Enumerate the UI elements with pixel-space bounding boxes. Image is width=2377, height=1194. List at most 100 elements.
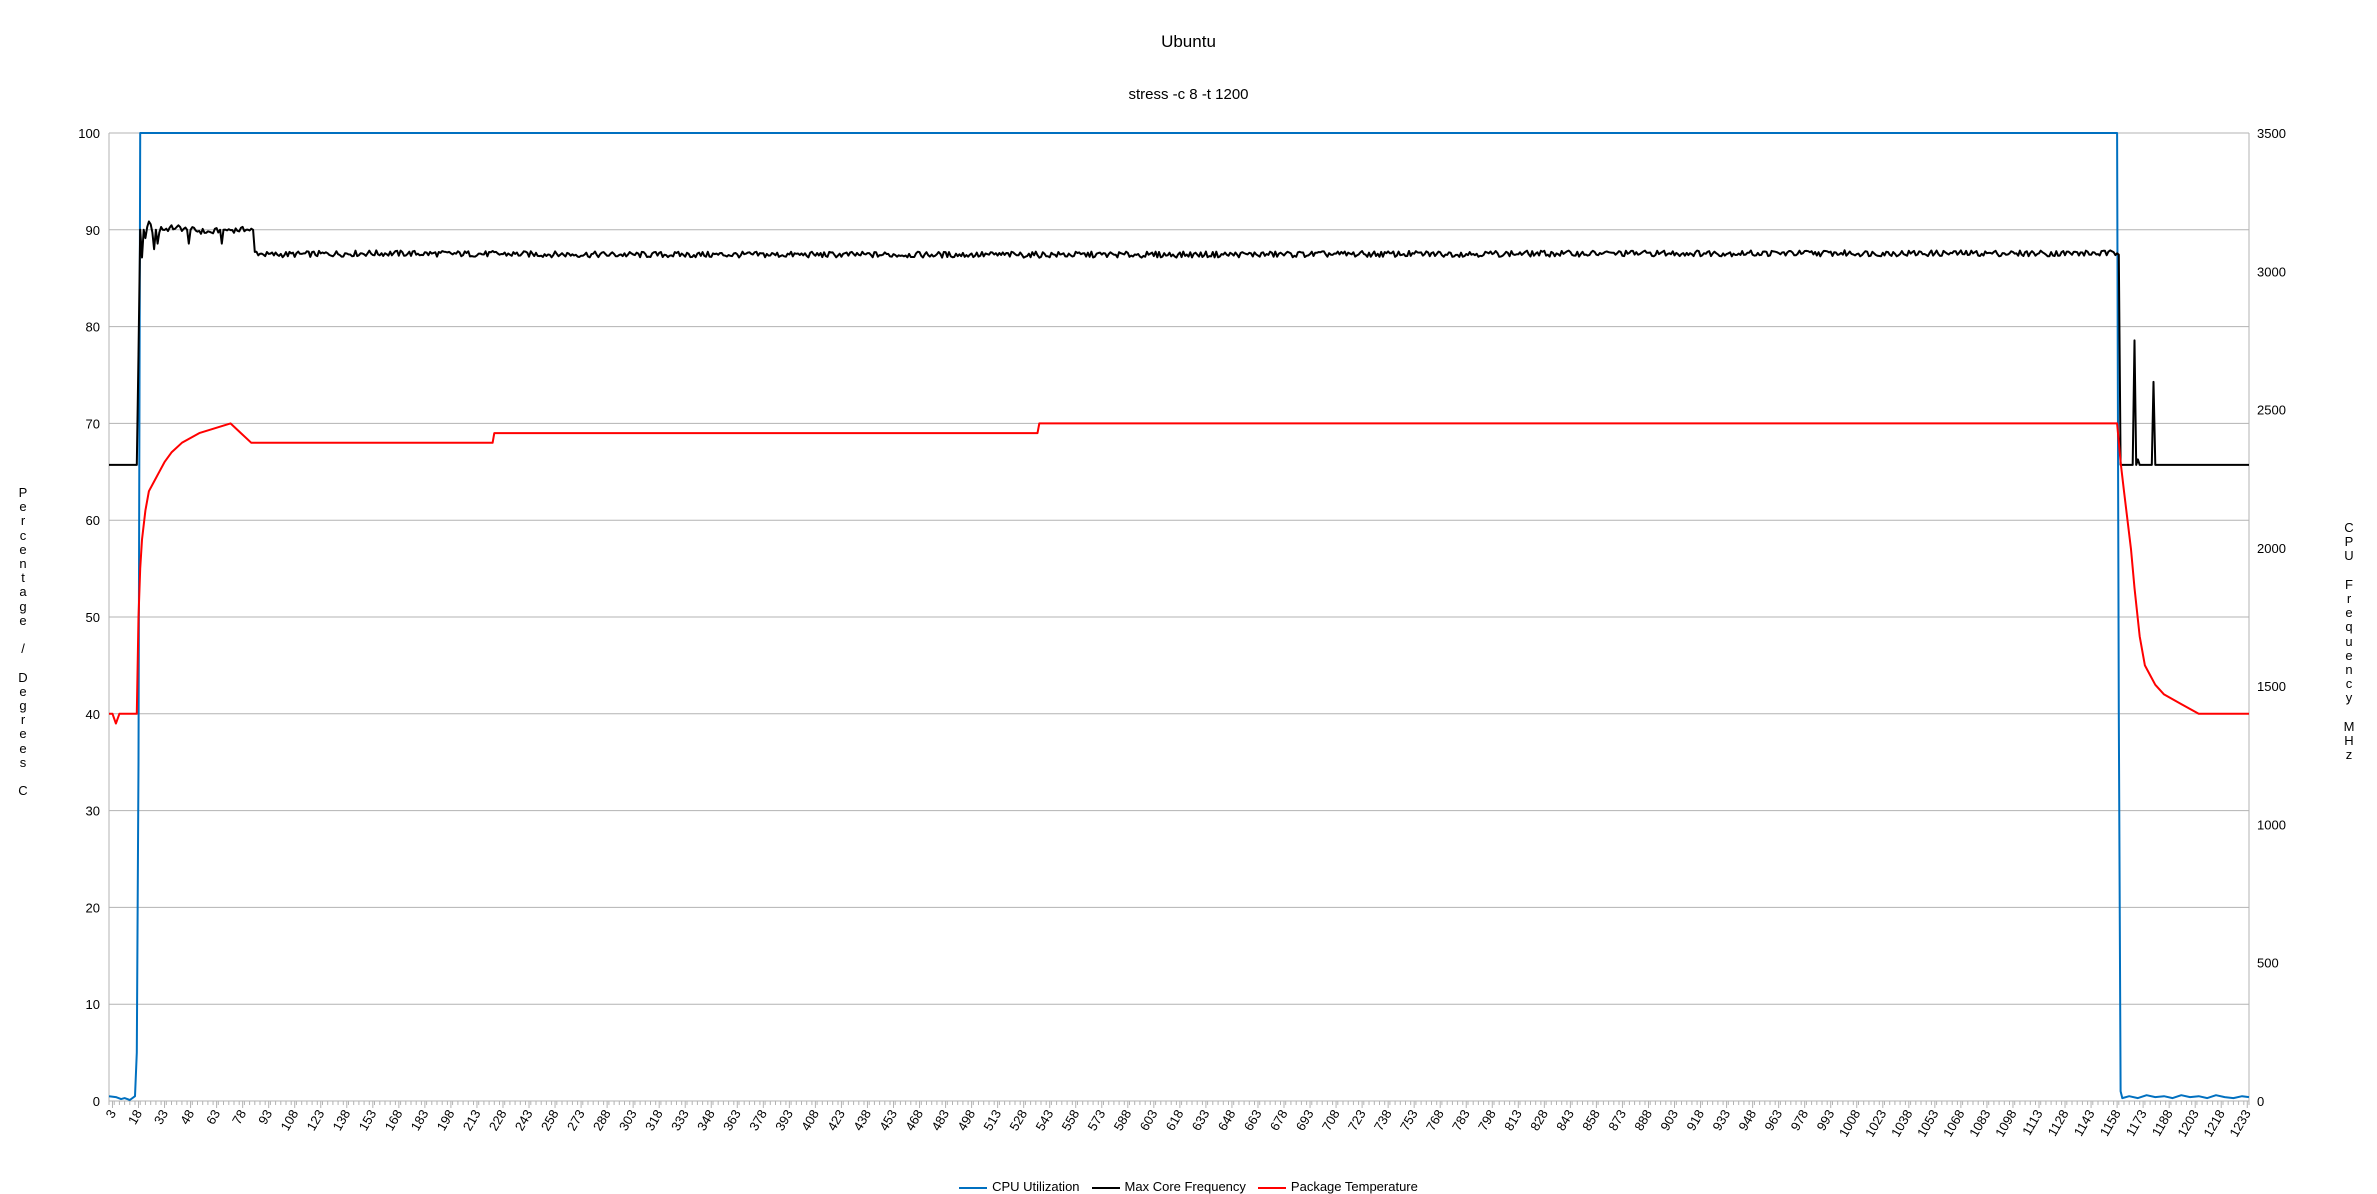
y-tick-label-left: 50 [86, 610, 100, 625]
x-tick-label: 768 [1423, 1107, 1447, 1133]
legend-swatch [959, 1186, 988, 1189]
y-tick-label-right: 2500 [2257, 403, 2286, 418]
x-tick-label: 798 [1475, 1107, 1499, 1133]
x-tick-label: 333 [668, 1107, 692, 1133]
x-tick-label: 18 [125, 1107, 145, 1127]
x-tick-label: 228 [486, 1107, 510, 1133]
axes [108, 133, 2250, 1108]
x-tick-label: 648 [1215, 1107, 1239, 1133]
x-tick-label: 123 [303, 1107, 327, 1133]
x-tick-label: 783 [1449, 1107, 1473, 1133]
y-tick-label-right: 1500 [2257, 679, 2286, 694]
x-tick-label: 108 [277, 1107, 301, 1133]
x-tick-label: 453 [876, 1107, 900, 1133]
x-tick-label: 918 [1683, 1107, 1707, 1133]
gridlines [109, 132, 2249, 1102]
x-tick-label: 1023 [1862, 1107, 1889, 1140]
legend-swatch [1257, 1186, 1286, 1189]
y-tick-label-left: 0 [93, 1094, 100, 1109]
x-tick-label: 408 [798, 1107, 822, 1133]
x-tick-label: 93 [255, 1107, 275, 1127]
x-tick-label: 528 [1006, 1107, 1030, 1133]
y-tick-label-left: 70 [86, 416, 100, 431]
package-temperature-line [109, 422, 2249, 725]
legend-item: Max Core Frequency [1091, 1179, 1246, 1194]
x-tick-label: 168 [382, 1107, 406, 1133]
x-tick-label: 948 [1735, 1107, 1759, 1133]
x-tick-label: 1233 [2226, 1107, 2253, 1140]
x-tick-label: 1188 [2149, 1107, 2176, 1139]
legend-item: Package Temperature [1257, 1179, 1418, 1194]
x-tick-label: 33 [151, 1107, 171, 1127]
x-tick-label: 603 [1137, 1107, 1161, 1133]
x-tick-label: 1113 [2019, 1107, 2045, 1138]
x-tick-label: 438 [850, 1107, 874, 1133]
x-tick-label: 1158 [2097, 1107, 2124, 1139]
x-tick-label: 1173 [2123, 1107, 2150, 1139]
legend-label: CPU Utilization [992, 1179, 1080, 1194]
x-tick-label: 153 [356, 1107, 380, 1133]
x-tick-label: 738 [1371, 1107, 1395, 1133]
x-tick-label: 963 [1761, 1107, 1785, 1133]
y-tick-label-right: 3000 [2257, 264, 2286, 279]
x-tick-label: 258 [538, 1107, 562, 1133]
x-tick-label: 468 [902, 1107, 926, 1133]
x-tick-label: 48 [177, 1107, 197, 1127]
tick-labels: 0102030405060708090100050010001500200025… [78, 126, 2286, 1140]
x-tick-label: 1098 [1992, 1107, 2019, 1140]
x-tick-label: 423 [824, 1107, 848, 1133]
y-tick-label-right: 2000 [2257, 541, 2286, 556]
y-tick-label-left: 30 [86, 804, 100, 819]
y-tick-label-right: 500 [2257, 956, 2279, 971]
x-tick-label: 1038 [1888, 1107, 1915, 1140]
x-tick-label: 813 [1501, 1107, 1525, 1133]
y-tick-label-right: 3500 [2257, 126, 2286, 141]
x-tick-label: 888 [1631, 1107, 1655, 1133]
x-tick-label: 378 [746, 1107, 770, 1133]
x-tick-label: 693 [1293, 1107, 1317, 1133]
x-tick-label: 303 [616, 1107, 640, 1133]
x-tick-label: 1218 [2200, 1107, 2227, 1140]
legend-label: Package Temperature [1290, 1179, 1418, 1194]
y-tick-label-left: 60 [86, 513, 100, 528]
line-chart: 0102030405060708090100050010001500200025… [78, 126, 2286, 1140]
x-tick-label: 273 [564, 1107, 588, 1133]
legend-swatch [1091, 1186, 1120, 1189]
x-tick-label: 3 [102, 1107, 119, 1121]
x-tick-label: 723 [1345, 1107, 1369, 1133]
x-tick-label: 1053 [1914, 1107, 1941, 1140]
x-tick-label: 318 [642, 1107, 666, 1133]
x-tick-label: 483 [928, 1107, 952, 1133]
x-tick-label: 1203 [2174, 1107, 2201, 1140]
x-tick-label: 198 [434, 1107, 458, 1133]
y-tick-label-right: 0 [2257, 1094, 2264, 1109]
x-axis-minor-ticks [108, 1101, 2250, 1105]
y-tick-label-left: 100 [78, 126, 100, 141]
x-tick-label: 753 [1397, 1107, 1421, 1133]
x-tick-label: 78 [229, 1107, 249, 1127]
x-tick-label: 978 [1787, 1107, 1811, 1133]
legend: CPU Utilization Max Core Frequency Package… [0, 1180, 2377, 1193]
legend-label: Max Core Frequency [1124, 1179, 1246, 1194]
max-core-frequency-line [109, 220, 2249, 466]
x-tick-label: 873 [1605, 1107, 1629, 1133]
x-tick-label: 1008 [1836, 1107, 1863, 1140]
x-tick-label: 1083 [1966, 1107, 1993, 1140]
x-tick-label: 513 [980, 1107, 1004, 1133]
x-tick-label: 138 [330, 1107, 354, 1133]
x-tick-label: 288 [590, 1107, 614, 1133]
x-tick-label: 558 [1058, 1107, 1082, 1133]
x-tick-label: 588 [1111, 1107, 1135, 1133]
x-tick-label: 348 [694, 1107, 718, 1133]
x-tick-label: 213 [460, 1107, 484, 1133]
y-tick-label-left: 10 [86, 997, 100, 1012]
x-tick-label: 633 [1189, 1107, 1213, 1133]
x-tick-label: 708 [1319, 1107, 1343, 1133]
x-tick-label: 858 [1579, 1107, 1603, 1133]
x-tick-label: 1128 [2045, 1107, 2072, 1139]
x-tick-label: 573 [1085, 1107, 1109, 1133]
x-tick-label: 903 [1657, 1107, 1681, 1133]
x-tick-label: 183 [408, 1107, 432, 1133]
x-tick-label: 933 [1709, 1107, 1733, 1133]
y-tick-label-left: 80 [86, 320, 100, 335]
